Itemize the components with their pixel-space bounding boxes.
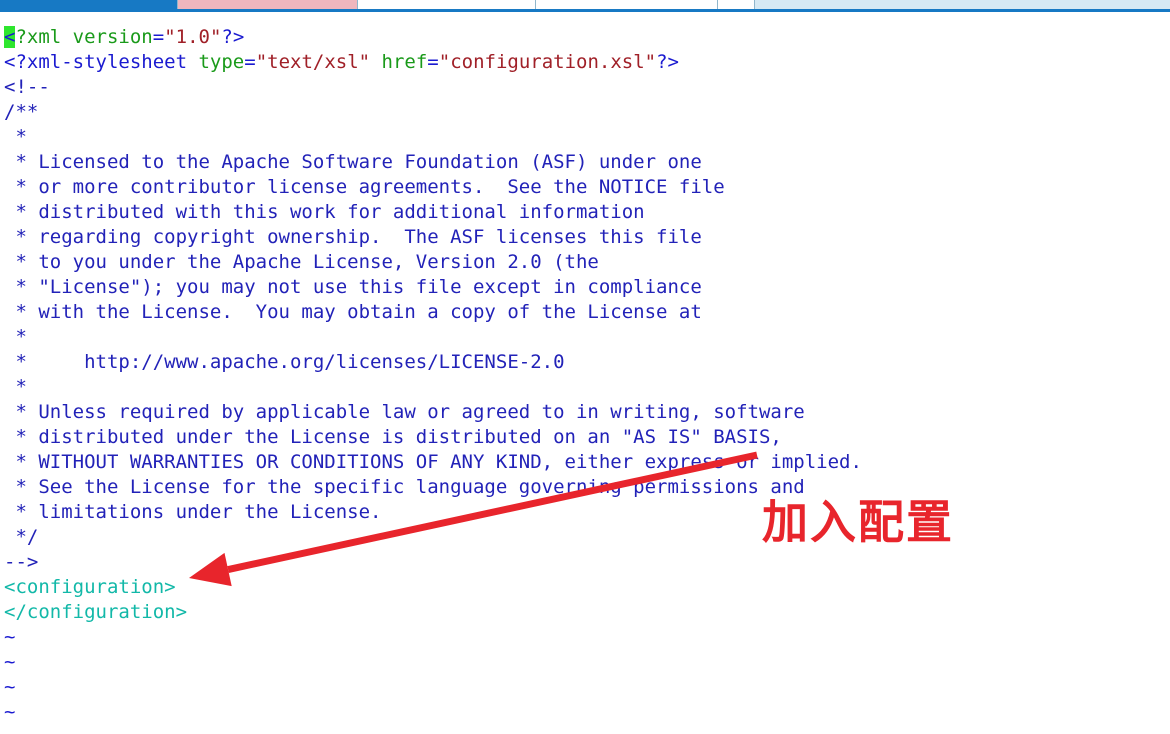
editor-line[interactable]: * See the License for the specific langu… <box>4 475 805 500</box>
editor-line[interactable]: * regarding copyright ownership. The ASF… <box>4 225 702 250</box>
editor-line[interactable]: </configuration> <box>4 600 187 625</box>
code-token: * See the License for the specific langu… <box>4 476 805 498</box>
code-token: --> <box>4 551 39 573</box>
editor-line[interactable]: ~ <box>4 675 15 700</box>
editor-line[interactable]: ~ <box>4 700 15 725</box>
code-token: "1.0" <box>164 26 222 48</box>
tab-active[interactable] <box>0 0 178 9</box>
code-token: * <box>4 126 27 148</box>
code-token: * <box>4 326 27 348</box>
code-token: ~ <box>4 651 16 673</box>
editor-line[interactable]: * Licensed to the Apache Software Founda… <box>4 150 702 175</box>
code-token: * distributed under the License is distr… <box>4 426 782 448</box>
editor-line[interactable]: <?xml-stylesheet type="text/xsl" href="c… <box>4 50 679 75</box>
code-token: * Unless required by applicable law or a… <box>4 401 805 423</box>
code-token: ~ <box>4 726 15 734</box>
code-token: * <box>4 376 27 398</box>
code-token: ?xml version <box>15 26 153 48</box>
code-token: * distributed with this work for additio… <box>4 201 645 223</box>
code-token: * WITHOUT WARRANTIES OR CONDITIONS OF AN… <box>4 451 862 473</box>
code-token: ~ <box>4 701 16 723</box>
editor-cursor: < <box>4 26 16 48</box>
vim-editor-window: <?xml version="1.0"?> <?xml-stylesheet ty… <box>0 0 1170 734</box>
code-token: ?> <box>656 51 679 73</box>
code-token: <?xml-stylesheet <box>4 51 199 73</box>
code-token: */ <box>4 526 39 548</box>
editor-line[interactable]: * limitations under the License. <box>4 500 382 525</box>
tab-three[interactable] <box>358 0 536 9</box>
editor-line[interactable]: * distributed under the License is distr… <box>4 425 782 450</box>
editor-line[interactable]: --> <box>4 550 38 575</box>
code-token: = <box>244 51 256 73</box>
editor-line[interactable]: <?xml version="1.0"?> <box>4 25 244 50</box>
tab-five[interactable] <box>718 0 755 9</box>
editor-line[interactable]: * distributed with this work for additio… <box>4 200 645 225</box>
editor-line[interactable]: ~ <box>4 625 15 650</box>
code-token: ~ <box>4 626 16 648</box>
tab-four[interactable] <box>536 0 718 9</box>
editor-line[interactable]: * <box>4 125 27 150</box>
code-token: * to you under the Apache License, Versi… <box>4 251 599 273</box>
editor-line[interactable]: * Unless required by applicable law or a… <box>4 400 805 425</box>
editor-line[interactable]: <configuration> <box>4 575 176 600</box>
code-token: * http://www.apache.org/licenses/LICENSE… <box>4 351 565 373</box>
code-token: ~ <box>4 676 16 698</box>
editor-line[interactable]: * http://www.apache.org/licenses/LICENSE… <box>4 350 565 375</box>
code-token: * regarding copyright ownership. The ASF… <box>4 226 702 248</box>
editor-line[interactable]: * WITHOUT WARRANTIES OR CONDITIONS OF AN… <box>4 450 862 475</box>
tab-bar-filler <box>755 0 1170 9</box>
code-token: <!-- <box>4 76 50 98</box>
editor-line[interactable]: * or more contributor license agreements… <box>4 175 725 200</box>
editor-line[interactable]: * <box>4 325 27 350</box>
editor-line[interactable]: * <box>4 375 27 400</box>
code-token: href <box>381 51 428 73</box>
code-token: type <box>198 51 245 73</box>
editor-line[interactable]: /** <box>4 100 38 125</box>
editor-line[interactable]: ~ <box>4 725 15 734</box>
code-token: "configuration.xsl" <box>438 51 657 73</box>
editor-line[interactable]: * with the License. You may obtain a cop… <box>4 300 702 325</box>
code-token: </configuration> <box>4 601 188 623</box>
code-token: = <box>427 51 439 73</box>
editor-line[interactable]: * "License"); you may not use this file … <box>4 275 702 300</box>
code-token: = <box>152 26 165 48</box>
tab-pink[interactable] <box>178 0 358 9</box>
editor-line[interactable]: ~ <box>4 650 15 675</box>
code-token: * "License"); you may not use this file … <box>4 276 702 298</box>
code-token: * or more contributor license agreements… <box>4 176 725 198</box>
editor-line[interactable]: * to you under the Apache License, Versi… <box>4 250 599 275</box>
editor-text-area[interactable]: <?xml version="1.0"?> <?xml-stylesheet ty… <box>0 12 1170 734</box>
code-token: ?> <box>221 26 245 48</box>
code-token: /** <box>4 101 39 123</box>
editor-line[interactable]: */ <box>4 525 38 550</box>
code-token: * with the License. You may obtain a cop… <box>4 301 702 323</box>
code-token: <configuration> <box>4 576 176 598</box>
code-token: "text/xsl" <box>255 51 371 73</box>
editor-line[interactable]: <!-- <box>4 75 50 100</box>
code-token: * Licensed to the Apache Software Founda… <box>4 151 702 173</box>
code-token: * limitations under the License. <box>4 501 382 523</box>
